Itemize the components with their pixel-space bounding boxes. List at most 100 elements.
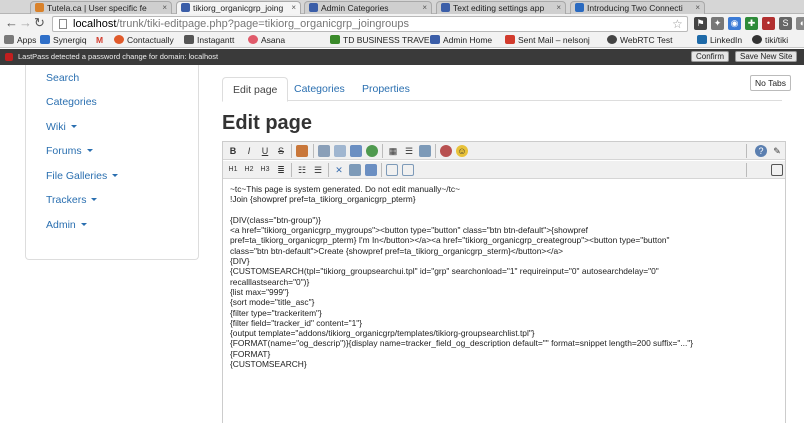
tab-categories[interactable]: Categories: [284, 77, 355, 101]
smiley-icon[interactable]: ☺: [456, 145, 468, 157]
insert-icon[interactable]: [419, 145, 431, 157]
strikethrough-icon[interactable]: S: [275, 145, 287, 157]
table-icon[interactable]: ▦: [387, 145, 399, 157]
bookmark-asana[interactable]: Asana: [248, 33, 285, 48]
bookmark-linkedin[interactable]: LinkedIn: [697, 33, 742, 48]
preview-icon[interactable]: [386, 164, 398, 176]
confirm-button[interactable]: Confirm: [691, 51, 730, 62]
tab-edit-page[interactable]: Edit page: [222, 77, 289, 102]
instagantt-icon: [184, 35, 194, 44]
close-icon[interactable]: ×: [695, 2, 700, 14]
link-icon[interactable]: [366, 145, 378, 157]
page-title: Edit page: [222, 112, 313, 134]
italic-icon[interactable]: I: [243, 145, 255, 157]
code-line: {FORMAT(name="og_descrip")}{display name…: [230, 338, 694, 349]
bookmark-star-icon[interactable]: ☆: [672, 17, 683, 31]
caret-down-icon: [91, 198, 98, 201]
toolbar-separator: [382, 144, 383, 158]
bookmark-label: Asana: [261, 35, 286, 45]
sidebar-item-search[interactable]: Search: [46, 72, 79, 84]
lastpass-icon[interactable]: •: [762, 17, 775, 30]
color-icon[interactable]: [296, 145, 308, 157]
browser-tab-tutela[interactable]: Tutela.ca | User specific fe ×: [30, 1, 172, 14]
close-icon[interactable]: ×: [422, 2, 427, 14]
tiki-favicon-icon: [309, 3, 318, 12]
bookmark-td-business[interactable]: TD BUSINESS TRAVE: [330, 33, 430, 48]
sidebar-item-label: Trackers: [46, 194, 87, 206]
fullscreen-icon[interactable]: [402, 164, 414, 176]
numbered-list-icon[interactable]: ☰: [312, 164, 324, 176]
bookmark-apps[interactable]: Apps: [4, 33, 36, 48]
address-bar[interactable]: localhost/trunk/tiki-editpage.php?page=t…: [52, 16, 688, 32]
code-line: recalllastsearch="0")}: [230, 276, 310, 287]
extension-icon[interactable]: ⚑: [694, 17, 707, 30]
extension-icon[interactable]: S: [779, 17, 792, 30]
find-icon[interactable]: [365, 164, 377, 176]
extension-icon[interactable]: ◉: [728, 17, 741, 30]
sidebar-item-file-galleries[interactable]: File Galleries: [46, 170, 119, 182]
heading3-icon[interactable]: H3: [259, 164, 271, 176]
underline-icon[interactable]: U: [259, 145, 271, 157]
bookmark-synergiq[interactable]: Synergiq: [40, 33, 87, 48]
bookmark-contactually[interactable]: Contactually: [114, 33, 174, 48]
caret-down-icon: [80, 223, 87, 226]
browser-tab-introducing[interactable]: Introducing Two Connecti ×: [570, 1, 705, 14]
back-icon[interactable]: ←: [5, 16, 18, 30]
code-line: {CUSTOMSEARCH}: [230, 359, 307, 370]
address-path: /trunk/tiki-editpage.php?page=tikiorg_or…: [116, 18, 410, 30]
toolbar-separator: [328, 163, 329, 177]
contactually-icon: [114, 35, 124, 44]
sidebar-item-categories[interactable]: Categories: [46, 96, 97, 108]
extension-icon[interactable]: ◐: [796, 17, 804, 30]
save-icon[interactable]: [350, 145, 362, 157]
bookmark-label: Apps: [17, 35, 37, 45]
bookmark-instagantt[interactable]: Instagantt: [184, 33, 234, 48]
browser-tab-admin-categories[interactable]: Admin Categories ×: [304, 1, 432, 14]
wrench-icon[interactable]: ✎: [771, 145, 783, 157]
browser-tab-edit-page[interactable]: tikiorg_organicgrp_joing ×: [176, 1, 301, 15]
align-icon[interactable]: ≣: [275, 164, 287, 176]
code-line: {DIV}: [230, 256, 250, 267]
heading1-icon[interactable]: H1: [227, 164, 239, 176]
caret-down-icon: [70, 125, 77, 128]
help-icon[interactable]: ?: [755, 145, 767, 157]
bookmark-sent-mail[interactable]: Sent Mail – nelsonj: [505, 33, 590, 48]
bold-icon[interactable]: B: [227, 145, 239, 157]
box-icon[interactable]: [349, 164, 361, 176]
list-icon[interactable]: ☰: [403, 145, 415, 157]
browser-tab-text-editing[interactable]: Text editing settings app ×: [436, 1, 566, 14]
sidebar-item-admin[interactable]: Admin: [46, 219, 87, 231]
close-icon[interactable]: ×: [291, 2, 296, 14]
bookmark-webrtc[interactable]: WebRTC Test: [607, 33, 672, 48]
bookmark-label: M: [96, 35, 104, 45]
bookmark-admin-home[interactable]: Admin Home: [430, 33, 492, 48]
save-new-site-button[interactable]: Save New Site: [735, 51, 798, 62]
reload-icon[interactable]: ↻: [34, 16, 45, 30]
tab-properties[interactable]: Properties: [352, 77, 420, 101]
extension-icon[interactable]: ✦: [711, 17, 724, 30]
extension-icon[interactable]: ✚: [745, 17, 758, 30]
close-icon[interactable]: ×: [162, 2, 167, 14]
bookmark-gmail[interactable]: M: [96, 33, 103, 48]
maximize-icon[interactable]: [771, 164, 783, 176]
sidebar-item-label: File Galleries: [46, 170, 108, 182]
bookmark-tiki[interactable]: tiki/tiki: [752, 33, 788, 48]
sidebar-item-trackers[interactable]: Trackers: [46, 194, 98, 206]
bookmark-label: Sent Mail – nelsonj: [518, 35, 590, 45]
sidebar-item-wiki[interactable]: Wiki: [46, 121, 77, 133]
editor-toolbar-row-2: H1 H2 H3 ≣ ☷ ☰ ✕: [223, 161, 785, 179]
toolbar-separator: [291, 144, 292, 158]
caret-down-icon: [86, 149, 93, 152]
heading2-icon[interactable]: H2: [243, 164, 255, 176]
editor-textarea[interactable]: ~tc~This page is system generated. Do no…: [230, 184, 775, 369]
close-icon[interactable]: ×: [556, 2, 561, 14]
bookmarks-bar: Apps Synergiq M Contactually Instagantt …: [0, 33, 804, 48]
sidebar-item-forums[interactable]: Forums: [46, 145, 93, 157]
copy-icon[interactable]: [318, 145, 330, 157]
asana-icon: [248, 35, 258, 44]
bullet-list-icon[interactable]: ☷: [296, 164, 308, 176]
image-icon[interactable]: [334, 145, 346, 157]
plugin-icon[interactable]: [440, 145, 452, 157]
forward-icon[interactable]: →: [19, 16, 32, 30]
special-chars-icon[interactable]: ✕: [333, 164, 345, 176]
